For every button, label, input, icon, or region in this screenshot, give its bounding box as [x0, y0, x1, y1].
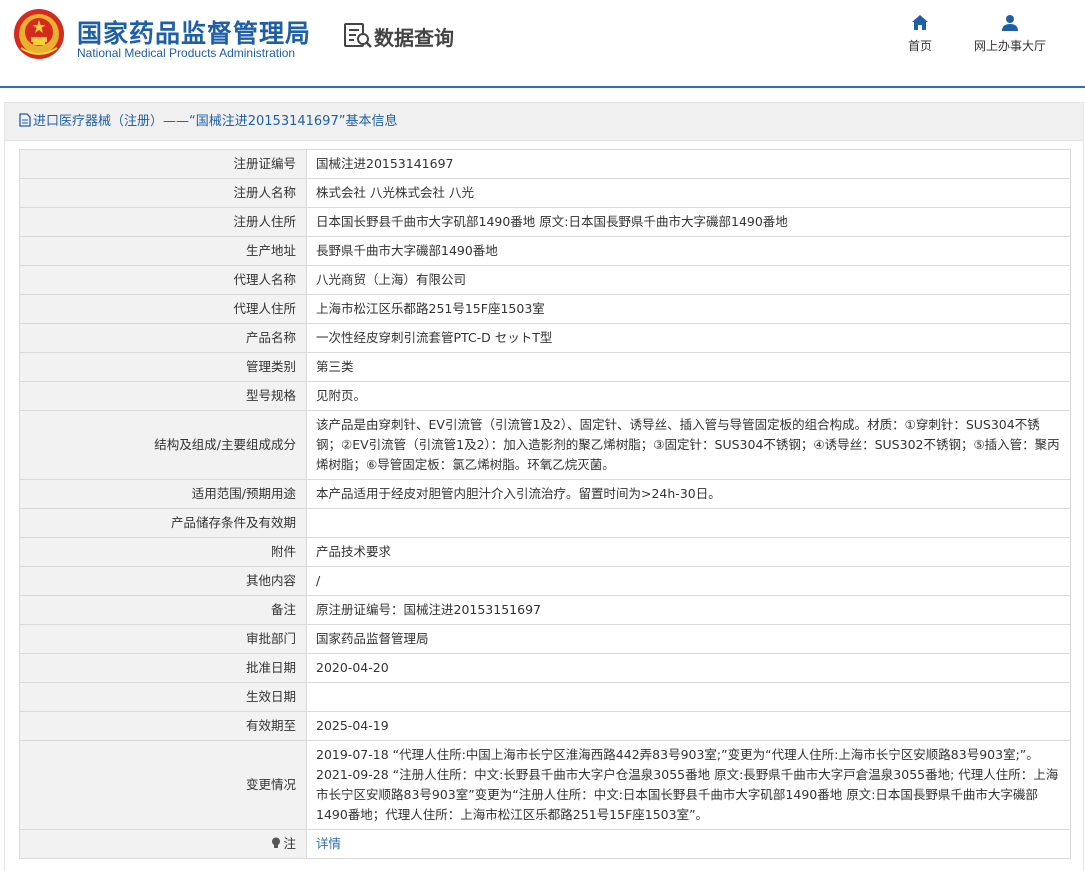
note-label-cell: 注	[19, 829, 307, 859]
lightbulb-icon	[272, 837, 281, 848]
table-row: 注册证编号 国械注进20153141697	[19, 149, 1071, 179]
row-label: 注册证编号	[19, 149, 307, 179]
row-value: 本产品适用于经皮对胆管内胆汁介入引流治疗。留置时间为>24h-30日。	[306, 479, 1071, 509]
nav-home[interactable]: 首页	[900, 14, 940, 54]
brand-title-cn: 国家药品监督管理局	[77, 19, 312, 48]
row-value: 产品技术要求	[306, 537, 1071, 567]
row-value: 長野県千曲市大字磯部1490番地	[306, 236, 1071, 266]
row-value: 见附页。	[306, 381, 1071, 411]
site-header: 国家药品监督管理局 National Medical Products Admi…	[0, 0, 1085, 88]
nav-home-label: 首页	[907, 39, 932, 53]
row-label: 注册人住所	[19, 207, 307, 237]
table-row: 生产地址 長野県千曲市大字磯部1490番地	[19, 236, 1071, 266]
row-label: 批准日期	[19, 653, 307, 683]
row-value: 株式会社 八光株式会社 八光	[306, 178, 1071, 208]
details-link[interactable]: 详情	[316, 836, 341, 851]
table-row: 结构及组成/主要组成成分 该产品是由穿刺针、EV引流管（引流管1及2）、固定针、诱…	[19, 410, 1071, 480]
row-label: 生效日期	[19, 682, 307, 712]
row-label: 代理人住所	[19, 294, 307, 324]
table-row: 代理人住所 上海市松江区乐都路251号15F座1503室	[19, 294, 1071, 324]
table-row: 有效期至 2025-04-19	[19, 711, 1071, 741]
detail-panel: 进口医疗器械（注册）——“国械注进20153141697”基本信息 注册证编号国…	[4, 102, 1084, 871]
row-label: 审批部门	[19, 624, 307, 654]
row-value: 一次性经皮穿刺引流套管PTC-D セットT型	[306, 323, 1071, 353]
table-row: 其他内容 /	[19, 566, 1071, 596]
row-label: 变更情况	[19, 740, 307, 830]
row-label: 有效期至	[19, 711, 307, 741]
breadcrumb-text: 进口医疗器械（注册）——“国械注进20153141697”基本信息	[33, 114, 398, 129]
row-label: 生产地址	[19, 236, 307, 266]
user-icon	[1002, 15, 1018, 31]
row-label: 型号规格	[19, 381, 307, 411]
row-label: 备注	[19, 595, 307, 625]
data-query-icon	[344, 23, 372, 48]
row-label: 注册人名称	[19, 178, 307, 208]
table-row: 型号规格 见附页。	[19, 381, 1071, 411]
row-value: 日本国长野县千曲市大字矶部1490番地 原文:日本国長野県千曲市大字磯部1490…	[306, 207, 1071, 237]
brand-title-en: National Medical Products Administration	[77, 46, 296, 60]
row-label: 结构及组成/主要组成成分	[19, 410, 307, 480]
row-value	[306, 682, 1071, 712]
table-row: 备注 原注册证编号：国械注进20153151697	[19, 595, 1071, 625]
row-label: 产品名称	[19, 323, 307, 353]
breadcrumb: 进口医疗器械（注册）——“国械注进20153141697”基本信息	[5, 103, 1083, 141]
row-value: 2019-07-18 “代理人住所:中国上海市长宁区淮海西路442弄83号903…	[306, 740, 1071, 830]
table-row: 产品名称 一次性经皮穿刺引流套管PTC-D セットT型	[19, 323, 1071, 353]
table-row: 审批部门 国家药品监督管理局	[19, 624, 1071, 654]
table-row: 注册人住所 日本国长野县千曲市大字矶部1490番地 原文:日本国長野県千曲市大字磯…	[19, 207, 1071, 237]
note-value-cell: 详情	[306, 829, 1071, 859]
row-value	[306, 508, 1071, 538]
row-value: 该产品是由穿刺针、EV引流管（引流管1及2）、固定针、诱导丝、插入管与导管固定板…	[306, 410, 1071, 480]
row-value: 国械注进20153141697	[306, 149, 1071, 179]
nav-online-hall-label: 网上办事大厅	[973, 39, 1046, 53]
row-value: 国家药品监督管理局	[306, 624, 1071, 654]
row-label: 产品储存条件及有效期	[19, 508, 307, 538]
row-label: 适用范围/预期用途	[19, 479, 307, 509]
row-value: 2025-04-19	[306, 711, 1071, 741]
row-value: 2020-04-20	[306, 653, 1071, 683]
table-row: 适用范围/预期用途 本产品适用于经皮对胆管内胆汁介入引流治疗。留置时间为>24h-…	[19, 479, 1071, 509]
row-label: 其他内容	[19, 566, 307, 596]
row-value: /	[306, 566, 1071, 596]
row-label: 附件	[19, 537, 307, 567]
row-value: 第三类	[306, 352, 1071, 382]
table-row: 生效日期	[19, 682, 1071, 712]
nav-online-hall[interactable]: 网上办事大厅	[968, 14, 1052, 54]
table-row: 附件 产品技术要求	[19, 537, 1071, 567]
table-row: 代理人名称 八光商贸（上海）有限公司	[19, 265, 1071, 295]
row-label: 管理类别	[19, 352, 307, 382]
national-emblem-icon	[14, 9, 64, 59]
row-value: 八光商贸（上海）有限公司	[306, 265, 1071, 295]
note-row: 注 详情	[19, 829, 1071, 859]
row-value: 原注册证编号：国械注进20153151697	[306, 595, 1071, 625]
document-icon	[19, 113, 31, 127]
table-row: 管理类别 第三类	[19, 352, 1071, 382]
note-label: 注	[283, 836, 296, 851]
table-row: 产品储存条件及有效期	[19, 508, 1071, 538]
table-row: 变更情况 2019-07-18 “代理人住所:中国上海市长宁区淮海西路442弄83…	[19, 740, 1071, 830]
table-row: 批准日期 2020-04-20	[19, 653, 1071, 683]
table-row: 注册人名称 株式会社 八光株式会社 八光	[19, 178, 1071, 208]
home-icon	[912, 15, 928, 30]
row-label: 代理人名称	[19, 265, 307, 295]
data-query-title: 数据查询	[374, 26, 454, 50]
row-value: 上海市松江区乐都路251号15F座1503室	[306, 294, 1071, 324]
detail-table: 注册证编号 国械注进20153141697 注册人名称 株式会社 八光株式会社 八光…	[19, 149, 1071, 859]
